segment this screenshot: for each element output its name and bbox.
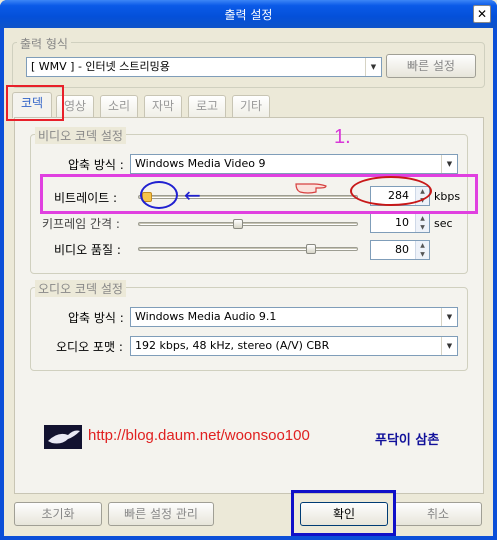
quality-label: 비디오 품질 : <box>54 243 121 257</box>
bird-logo-graphic <box>48 430 80 444</box>
output-format-select[interactable]: [ WMV ] - 인터넷 스트리밍용 ▼ <box>26 57 382 77</box>
cancel-button[interactable]: 취소 <box>394 502 482 526</box>
video-compression-select[interactable]: Windows Media Video 9 ▼ <box>130 154 458 174</box>
video-codec-label: 비디오 코덱 설정 <box>35 127 126 144</box>
manage-quick-settings-button[interactable]: 빠른 설정 관리 <box>108 502 214 526</box>
close-icon[interactable]: ✕ <box>473 5 491 23</box>
output-format-label: 출력 형식 <box>17 35 71 52</box>
output-format-value: [ WMV ] - 인터넷 스트리밍용 <box>31 60 170 73</box>
reset-button[interactable]: 초기화 <box>14 502 102 526</box>
keyframe-slider-track[interactable] <box>138 222 358 226</box>
tab-subtitle[interactable]: 자막 <box>144 95 182 117</box>
pointing-hand-icon <box>294 178 328 196</box>
chevron-down-icon[interactable]: ▼ <box>441 337 457 355</box>
keyframe-unit: sec <box>434 217 453 230</box>
pointing-hand-graphic <box>295 183 327 194</box>
audio-codec-group: 오디오 코덱 설정 <box>30 280 468 371</box>
blog-author: 푸닥이 삼촌 <box>375 433 440 448</box>
audio-compression-select[interactable]: Windows Media Audio 9.1 ▼ <box>130 307 458 327</box>
codec-tab-highlight <box>6 85 64 121</box>
keyframe-label: 키프레임 간격 : <box>42 217 120 231</box>
quality-slider-track[interactable] <box>138 247 358 251</box>
quality-spinbox[interactable]: 80 ▲ ▼ <box>370 240 430 260</box>
bitrate-thumb-circle <box>140 181 178 209</box>
keyframe-slider-thumb[interactable] <box>232 219 243 229</box>
keyframe-spin-buttons[interactable]: ▲ ▼ <box>415 214 429 232</box>
audio-format-value: 192 kbps, 48 kHz, stereo (A/V) CBR <box>135 339 330 352</box>
spin-down-icon[interactable]: ▼ <box>416 223 429 232</box>
blog-url: http://blog.daum.net/woonsoo100 <box>88 427 310 444</box>
title-bar: 출력 설정 ✕ <box>0 0 497 28</box>
audio-format-label: 오디오 포맷 : <box>56 340 123 354</box>
quality-spin-buttons[interactable]: ▲ ▼ <box>415 241 429 259</box>
output-settings-window: 출력 설정 ✕ 출력 형식 [ WMV ] - 인터넷 스트리밍용 ▼ 빠른 설… <box>0 0 497 540</box>
tab-audio[interactable]: 소리 <box>100 95 138 117</box>
spin-up-icon[interactable]: ▲ <box>416 241 429 250</box>
tab-logo[interactable]: 로고 <box>188 95 226 117</box>
video-compression-value: Windows Media Video 9 <box>135 157 266 170</box>
audio-format-select[interactable]: 192 kbps, 48 kHz, stereo (A/V) CBR ▼ <box>130 336 458 356</box>
keyframe-value: 10 <box>395 216 409 229</box>
chevron-down-icon[interactable]: ▼ <box>365 58 381 76</box>
spin-up-icon[interactable]: ▲ <box>416 214 429 223</box>
tab-other[interactable]: 기타 <box>232 95 270 117</box>
chevron-down-icon[interactable]: ▼ <box>441 155 457 173</box>
video-compression-label: 압축 방식 : <box>68 158 124 172</box>
audio-compression-label: 압축 방식 : <box>68 311 124 325</box>
left-arrow-icon: ← <box>184 183 201 207</box>
quality-slider-thumb[interactable] <box>306 244 316 254</box>
quick-setting-button[interactable]: 빠른 설정 <box>386 54 476 78</box>
spin-down-icon[interactable]: ▼ <box>416 250 429 259</box>
step-number: 1. <box>334 126 351 148</box>
ok-button-highlight <box>291 490 396 536</box>
chevron-down-icon[interactable]: ▼ <box>441 308 457 326</box>
audio-compression-value: Windows Media Audio 9.1 <box>135 310 277 323</box>
bitrate-value-circle <box>350 176 432 206</box>
audio-codec-label: 오디오 코덱 설정 <box>35 280 126 297</box>
quality-value: 80 <box>395 243 409 256</box>
dialog-client: 출력 형식 [ WMV ] - 인터넷 스트리밍용 ▼ 빠른 설정 코덱 영상 … <box>4 28 493 536</box>
keyframe-spinbox[interactable]: 10 ▲ ▼ <box>370 213 430 233</box>
window-title: 출력 설정 <box>224 8 273 22</box>
bird-logo-icon <box>44 425 82 449</box>
